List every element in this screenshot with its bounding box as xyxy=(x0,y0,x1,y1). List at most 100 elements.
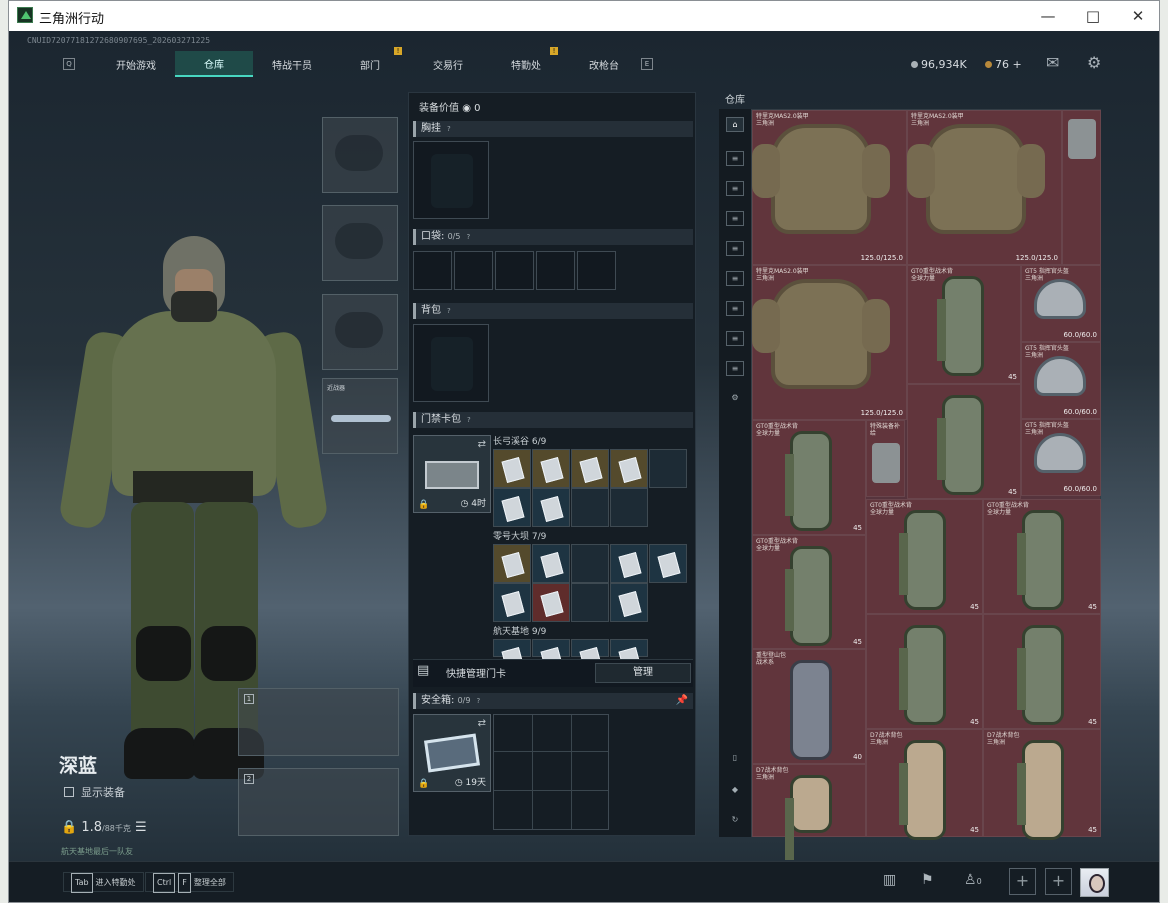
secondary-weapon-slot[interactable]: 2 xyxy=(238,768,399,836)
pocket-slot[interactable] xyxy=(536,251,575,290)
storage-item[interactable]: 特里克MAS2.0装甲 三角洲 125.0/125.0 xyxy=(752,265,907,420)
pistol-slot[interactable] xyxy=(322,294,398,370)
keycard[interactable] xyxy=(493,639,531,657)
armor-slot[interactable] xyxy=(322,205,398,281)
manage-keycards-button[interactable]: 管理 xyxy=(595,663,691,683)
pocket-slot[interactable] xyxy=(413,251,452,290)
safebox-grid[interactable] xyxy=(493,714,609,830)
storage-category-icon[interactable]: ≡ xyxy=(726,181,744,196)
storage-item[interactable]: D7战术背包 三角洲 xyxy=(752,764,866,860)
storage-item[interactable]: D7战术背包 三角洲 45 xyxy=(983,729,1101,840)
storage-filter-icon[interactable]: ▯ xyxy=(726,751,744,766)
stats-icon[interactable]: ▥ xyxy=(883,872,896,888)
maximize-button[interactable]: □ xyxy=(1070,1,1116,31)
storage-item[interactable]: 特里克MAS2.0装甲 三角洲 125.0/125.0 xyxy=(752,110,907,265)
keycard[interactable] xyxy=(493,583,531,622)
swap-icon[interactable]: ⇄ xyxy=(478,718,486,729)
help-icon[interactable]: ? xyxy=(447,303,451,319)
tab-special-ops[interactable]: 特勤处! xyxy=(487,47,565,77)
storage-item[interactable]: GT0重型战术背 全球力量 45 xyxy=(752,420,866,535)
storage-item[interactable]: 45 xyxy=(907,384,1021,499)
backpack-slot[interactable] xyxy=(413,324,489,402)
storage-item[interactable]: D7战术背包 三角洲 45 xyxy=(866,729,983,840)
keycard[interactable] xyxy=(532,449,570,488)
keycard-case-slot[interactable]: ⇄ 🔒 ◷ 4时 xyxy=(413,435,491,513)
mail-icon[interactable]: ✉ xyxy=(1046,53,1059,72)
layers-icon[interactable]: ◆ xyxy=(726,783,744,798)
keycard[interactable] xyxy=(493,449,531,488)
show-gear-toggle[interactable]: 显示装备 xyxy=(64,784,125,800)
pin-icon[interactable]: 📌 xyxy=(676,693,688,709)
keycard[interactable] xyxy=(610,449,648,488)
storage-item[interactable]: 45 xyxy=(983,614,1101,729)
keycard[interactable] xyxy=(532,583,570,622)
keycard[interactable] xyxy=(610,544,648,583)
keycard-empty-slot[interactable] xyxy=(571,583,609,622)
close-button[interactable]: ✕ xyxy=(1115,1,1159,31)
keycard[interactable] xyxy=(571,639,609,657)
pocket-slot[interactable] xyxy=(454,251,493,290)
keycard[interactable] xyxy=(532,544,570,583)
ticket-balance[interactable]: 76 + xyxy=(985,58,1022,71)
pocket-slot[interactable] xyxy=(495,251,534,290)
player-avatar[interactable] xyxy=(1080,868,1109,897)
storage-item[interactable]: 特殊装备补给 xyxy=(866,420,905,497)
storage-item[interactable]: GT5 指挥官头盔 三角洲 60.0/60.0 xyxy=(1021,419,1101,496)
squad-icon[interactable]: ♙0 xyxy=(964,872,982,888)
helmet-slot[interactable] xyxy=(322,117,398,193)
add-squad-member-button[interactable]: + xyxy=(1045,868,1072,895)
add-squad-member-button[interactable]: + xyxy=(1009,868,1036,895)
storage-category-icon[interactable]: ≡ xyxy=(726,301,744,316)
tab-market[interactable]: 交易行 xyxy=(409,51,487,77)
storage-category-icon[interactable]: ≡ xyxy=(726,271,744,286)
keycard[interactable] xyxy=(532,488,570,527)
melee-slot[interactable]: 近战器 xyxy=(322,378,398,454)
storage-category-icon[interactable]: ≡ xyxy=(726,241,744,256)
keycard[interactable] xyxy=(649,544,687,583)
refresh-icon[interactable]: ↻ xyxy=(726,813,744,828)
tab-department[interactable]: 部门! xyxy=(331,47,409,77)
storage-item[interactable]: GT0重型战术背 全球力量 45 xyxy=(752,535,866,649)
keycard[interactable] xyxy=(571,449,609,488)
storage-category-icon[interactable]: ≡ xyxy=(726,151,744,166)
settings-icon[interactable]: ⚙ xyxy=(726,391,744,406)
keycard[interactable] xyxy=(493,488,531,527)
safebox-slot[interactable]: ⇄ 🔒 ◷ 19天 xyxy=(413,714,491,792)
keycard-empty-slot[interactable] xyxy=(571,488,609,527)
tab-gun-workbench[interactable]: 改枪台 xyxy=(565,51,643,77)
special-ops-hint[interactable]: Tab 进入特勤处 xyxy=(63,872,144,893)
help-icon[interactable]: ? xyxy=(447,121,451,137)
storage-item[interactable]: GT0重型战术背 全球力量 45 xyxy=(983,499,1101,614)
storage-item[interactable] xyxy=(1062,110,1101,265)
chest-rig-slot[interactable] xyxy=(413,141,489,219)
keycard-empty-slot[interactable] xyxy=(649,449,687,488)
storage-item[interactable]: GT5 指挥官头盔 三角洲 60.0/60.0 xyxy=(1021,342,1101,419)
storage-category-icon[interactable]: ≡ xyxy=(726,331,744,346)
primary-weapon-slot[interactable]: 1 xyxy=(238,688,399,756)
storage-home-icon[interactable]: ⌂ xyxy=(726,117,744,132)
tab-warehouse[interactable]: 仓库 xyxy=(175,51,253,77)
tab-operators[interactable]: 特战干员 xyxy=(253,51,331,77)
keycard[interactable] xyxy=(610,639,648,657)
help-icon[interactable]: ? xyxy=(476,693,480,709)
storage-item[interactable]: 重型登山包 战术系 40 xyxy=(752,649,866,764)
keycard-empty-slot[interactable] xyxy=(571,544,609,583)
minimize-button[interactable]: — xyxy=(1025,1,1071,31)
gear-icon[interactable]: ⚙ xyxy=(1087,53,1101,72)
help-icon[interactable]: ? xyxy=(467,412,471,428)
swap-icon[interactable]: ⇄ xyxy=(478,439,486,450)
help-icon[interactable]: ? xyxy=(466,229,470,245)
pocket-slot[interactable] xyxy=(577,251,616,290)
storage-category-icon[interactable]: ≡ xyxy=(726,211,744,226)
storage-category-icon[interactable]: ≡ xyxy=(726,361,744,376)
storage-item[interactable]: GT0重型战术背 全球力量 45 xyxy=(866,499,983,614)
keycard[interactable] xyxy=(532,639,570,657)
organize-hint[interactable]: Ctrl F 整理全部 xyxy=(145,872,234,893)
tab-start[interactable]: 开始游戏 xyxy=(97,51,175,77)
list-icon[interactable]: ☰ xyxy=(135,820,147,835)
storage-item[interactable]: GT0重型战术背 全球力量 45 xyxy=(907,265,1021,384)
storage-item[interactable]: 45 xyxy=(866,614,983,729)
keycard-empty-slot[interactable] xyxy=(610,488,648,527)
storage-item[interactable]: 特里克MAS2.0装甲 三角洲 125.0/125.0 xyxy=(907,110,1062,265)
keycard[interactable] xyxy=(610,583,648,622)
